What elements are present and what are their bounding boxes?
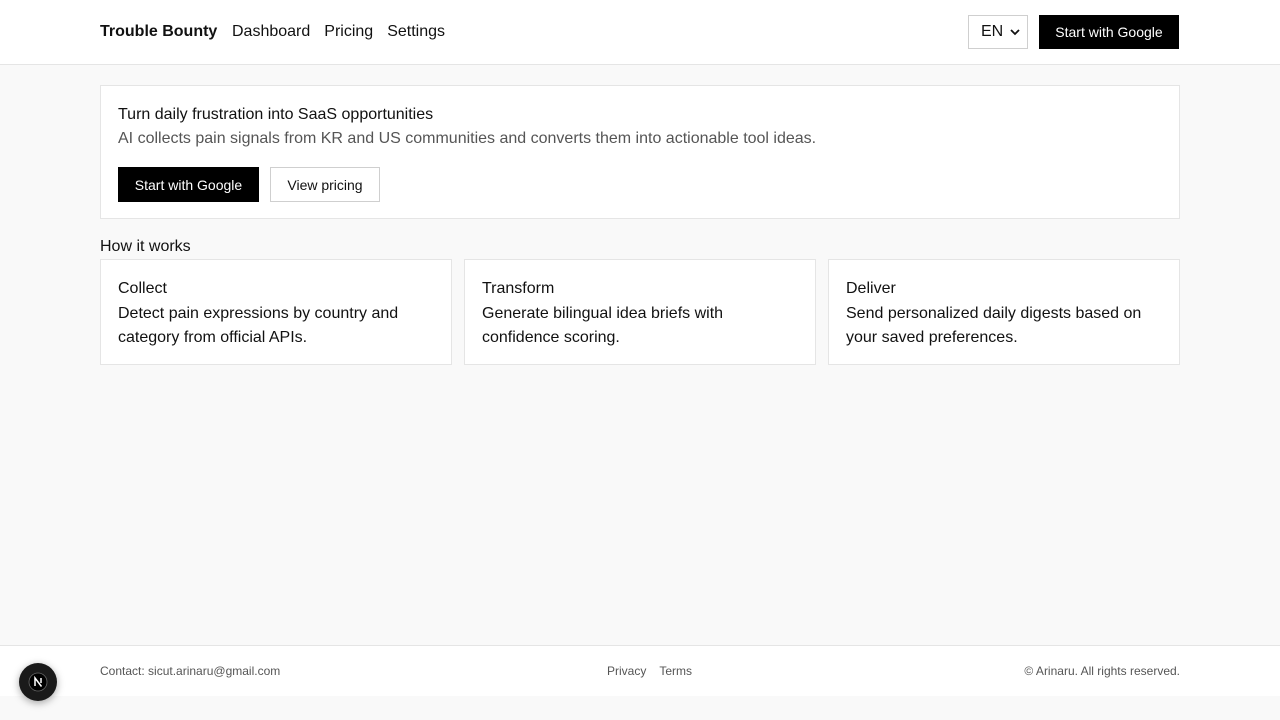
view-pricing-button[interactable]: View pricing	[270, 167, 380, 202]
top-nav-bar: Trouble Bounty Dashboard Pricing Setting…	[0, 0, 1280, 65]
how-it-works-heading: How it works	[100, 238, 191, 255]
hero-subtitle: AI collects pain signals from KR and US …	[118, 130, 817, 147]
feature-card-desc: Detect pain expressions by country and c…	[118, 305, 399, 346]
brand-logo[interactable]: Trouble Bounty	[100, 22, 217, 42]
nav-settings[interactable]: Settings	[387, 22, 445, 42]
footer-contact[interactable]: Contact: sicut.arinaru@gmail.com	[100, 664, 280, 678]
nav-dashboard[interactable]: Dashboard	[232, 22, 310, 42]
feature-card-deliver: Deliver Send personalized daily digests …	[828, 259, 1180, 365]
language-value: EN	[981, 23, 1004, 40]
language-select[interactable]: EN	[968, 15, 1028, 49]
feature-card-title: Deliver	[846, 280, 896, 297]
feature-card-desc: Generate bilingual idea briefs with conf…	[482, 305, 724, 346]
main-nav: Dashboard Pricing Settings	[232, 22, 445, 42]
feature-card-desc: Send personalized daily digests based on…	[846, 305, 1142, 346]
footer-link-privacy[interactable]: Privacy	[607, 664, 646, 678]
nav-pricing[interactable]: Pricing	[324, 22, 373, 42]
feature-card-collect: Collect Detect pain expressions by count…	[100, 259, 452, 365]
site-footer: Contact: sicut.arinaru@gmail.com Privacy…	[0, 645, 1280, 696]
hero-card: Turn daily frustration into SaaS opportu…	[100, 85, 1180, 219]
hero-title: Turn daily frustration into SaaS opportu…	[118, 106, 434, 123]
footer-link-terms[interactable]: Terms	[659, 664, 692, 678]
footer-links: Privacy Terms	[607, 664, 692, 678]
feature-card-title: Transform	[482, 280, 555, 297]
feature-card-title: Collect	[118, 280, 167, 297]
chevron-down-icon	[1010, 29, 1020, 36]
footer-copyright: © Arinaru. All rights reserved.	[1024, 664, 1180, 678]
feature-card-transform: Transform Generate bilingual idea briefs…	[464, 259, 816, 365]
header-start-google-button[interactable]: Start with Google	[1039, 15, 1179, 49]
nextjs-icon	[28, 672, 48, 692]
hero-start-google-button[interactable]: Start with Google	[118, 167, 259, 202]
nextjs-dev-badge[interactable]	[19, 663, 57, 701]
